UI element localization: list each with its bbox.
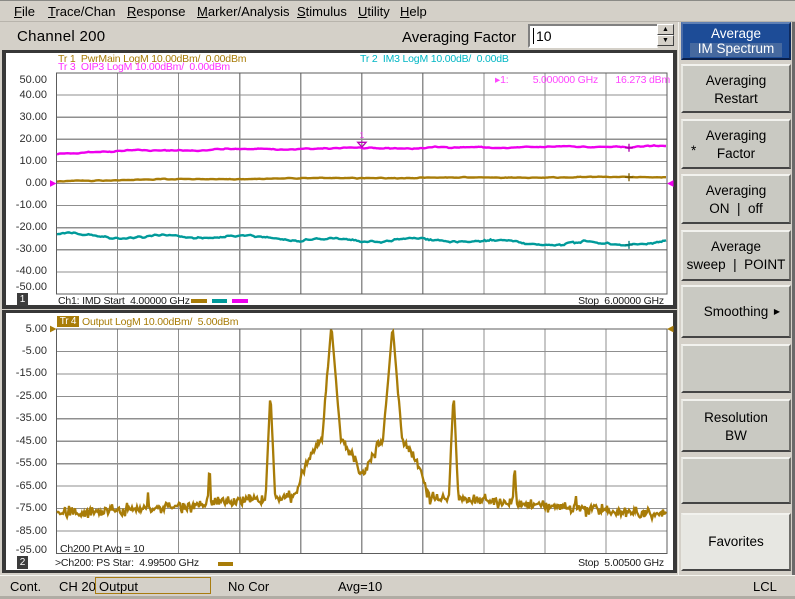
svg-text:1: 1 [360,130,365,140]
